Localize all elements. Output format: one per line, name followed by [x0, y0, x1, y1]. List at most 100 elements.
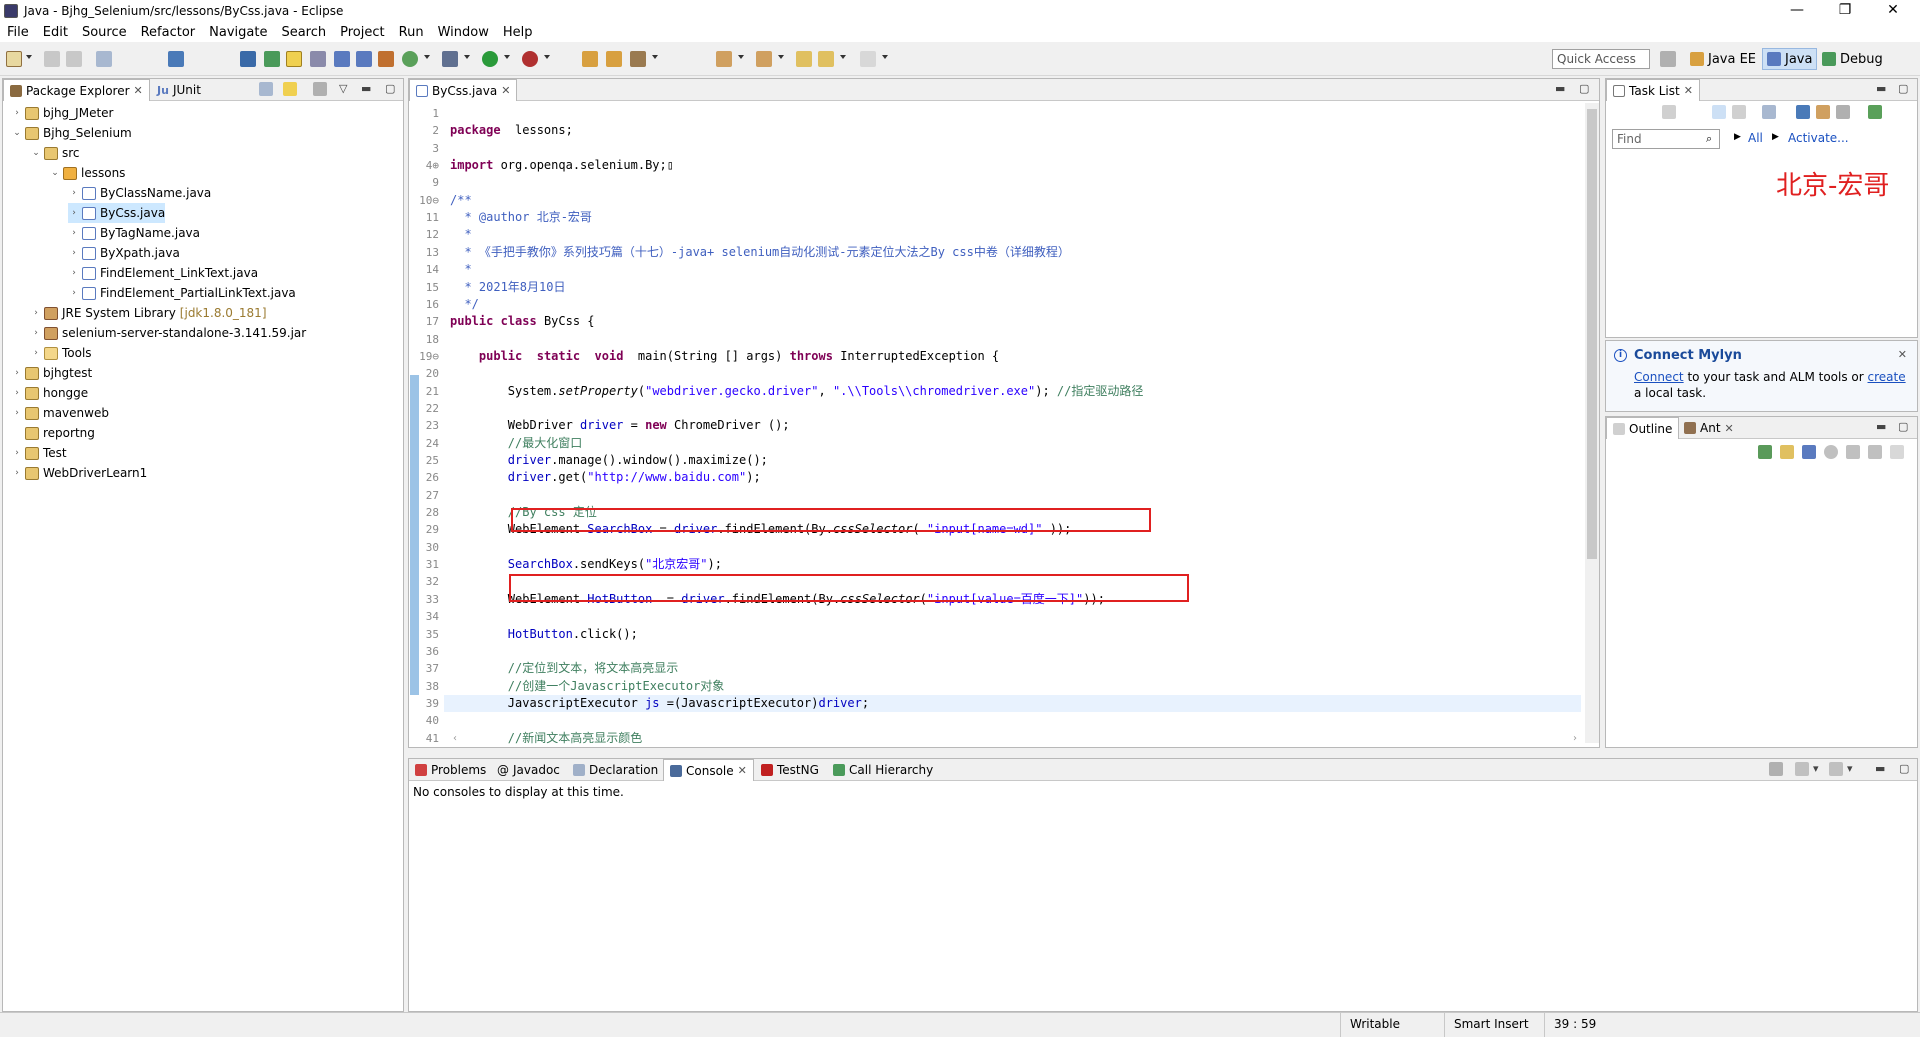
- tree-item[interactable]: ⌄ Bjhg_Selenium: [11, 123, 132, 143]
- expand-right-icon[interactable]: ›: [30, 348, 42, 358]
- paragraph-icon[interactable]: [356, 51, 372, 67]
- code-line[interactable]: [444, 487, 1581, 504]
- code-line[interactable]: */: [444, 296, 1581, 313]
- tree-item[interactable]: ⌄ lessons: [49, 163, 125, 183]
- expand-right-icon[interactable]: ›: [68, 208, 80, 218]
- code-line[interactable]: [444, 539, 1581, 556]
- hide-completed-icon[interactable]: [1796, 105, 1810, 119]
- hide-internal-icon[interactable]: [1802, 445, 1816, 459]
- run-dropdown-icon[interactable]: [504, 55, 510, 59]
- search-icon[interactable]: ⌕: [1706, 132, 1712, 146]
- expand-right-icon[interactable]: ›: [68, 288, 80, 298]
- code-line[interactable]: //创建一个JavascriptExecutor对象: [444, 678, 1581, 695]
- editor-vertical-scrollbar[interactable]: [1585, 103, 1599, 743]
- tab-package-explorer[interactable]: Package Explorer ✕: [3, 79, 150, 101]
- remove-all-icon[interactable]: [1868, 445, 1882, 459]
- last-edit-icon[interactable]: [796, 51, 812, 67]
- code-line[interactable]: WebDriver driver = new ChromeDriver ();: [444, 417, 1581, 434]
- perspective-debug[interactable]: Debug: [1818, 48, 1887, 70]
- new-task-icon[interactable]: [1662, 105, 1676, 119]
- tree-item[interactable]: › bjhg_JMeter: [11, 103, 113, 123]
- code-line[interactable]: [444, 608, 1581, 625]
- tree-item[interactable]: reportng: [11, 423, 95, 443]
- code-line[interactable]: public class ByCss {: [444, 313, 1581, 330]
- scroll-left-icon[interactable]: ‹: [453, 733, 457, 744]
- collapse-all-icon[interactable]: [259, 82, 273, 96]
- editor-scroll-thumb[interactable]: [1587, 109, 1597, 559]
- close-tab-icon[interactable]: ✕: [1684, 84, 1693, 97]
- expand-down-icon[interactable]: ⌄: [49, 168, 61, 178]
- all-link[interactable]: All: [1748, 131, 1763, 145]
- close-tab-icon[interactable]: ✕: [1725, 422, 1734, 435]
- open-console-icon[interactable]: [1829, 762, 1843, 776]
- prev-annotation-dropdown-icon[interactable]: [778, 55, 784, 59]
- expand-right-icon[interactable]: ›: [11, 408, 23, 418]
- code-line[interactable]: [444, 400, 1581, 417]
- back-icon[interactable]: [818, 51, 834, 67]
- external-tools-dropdown-icon[interactable]: [544, 55, 550, 59]
- categorized-icon[interactable]: [1712, 105, 1726, 119]
- tab-ant[interactable]: Ant ✕: [1678, 417, 1740, 439]
- code-line[interactable]: driver.manage().window().maximize();: [444, 452, 1581, 469]
- link-with-editor-icon[interactable]: [283, 82, 297, 96]
- back-dropdown-icon[interactable]: [840, 55, 846, 59]
- expand-down-icon[interactable]: ⌄: [30, 148, 42, 158]
- tab-junit[interactable]: Ju JUnit: [151, 79, 207, 101]
- console-icon[interactable]: [168, 51, 184, 67]
- tree-item[interactable]: › bjhgtest: [11, 363, 92, 383]
- scheduled-icon[interactable]: [1732, 105, 1746, 119]
- perspective-java[interactable]: Java: [1762, 48, 1818, 70]
- code-line[interactable]: import org.openqa.selenium.By;▯: [444, 157, 1581, 174]
- tree-item[interactable]: › ByCss.java: [68, 203, 166, 223]
- expand-right-icon[interactable]: ›: [30, 328, 42, 338]
- expand-right-icon[interactable]: ›: [68, 228, 80, 238]
- pin-console-icon[interactable]: [1769, 762, 1783, 776]
- code-line[interactable]: [444, 140, 1581, 157]
- tree-item[interactable]: › mavenweb: [11, 403, 109, 423]
- tab-console[interactable]: Console ✕: [663, 759, 754, 781]
- maximize-view-icon[interactable]: ▢: [1898, 82, 1908, 95]
- save-icon[interactable]: [44, 51, 60, 67]
- quick-access-input[interactable]: Quick Access: [1552, 49, 1650, 69]
- new-java-project-icon[interactable]: [582, 51, 598, 67]
- tab-outline[interactable]: Outline: [1606, 417, 1680, 439]
- editor-horizontal-scrollbar[interactable]: ‹ ›: [449, 733, 1581, 747]
- print-icon[interactable]: [96, 51, 112, 67]
- coverage-dropdown-icon[interactable]: [424, 55, 430, 59]
- code-line[interactable]: * 2021年8月10日: [444, 279, 1581, 296]
- run-icon[interactable]: [482, 51, 498, 67]
- maximize-view-icon[interactable]: ▢: [1898, 420, 1908, 433]
- display-console-icon[interactable]: [1795, 762, 1809, 776]
- toggle-block-icon[interactable]: [310, 51, 326, 67]
- new-icon[interactable]: [6, 51, 22, 67]
- new-dropdown-icon[interactable]: [26, 55, 32, 59]
- menu-file[interactable]: File: [0, 25, 36, 40]
- maximize-button[interactable]: ❐: [1822, 0, 1868, 22]
- run-target-icon[interactable]: [1824, 445, 1838, 459]
- maximize-editor-icon[interactable]: ▢: [1579, 82, 1589, 95]
- coverage-icon[interactable]: [402, 51, 418, 67]
- remove-icon[interactable]: [1846, 445, 1860, 459]
- open-type-icon[interactable]: [264, 51, 280, 67]
- tab-call-hierarchy[interactable]: Call Hierarchy: [827, 759, 939, 781]
- expand-right-icon[interactable]: ›: [68, 248, 80, 258]
- view-dropdown-icon[interactable]: ▽: [339, 82, 347, 95]
- maximize-view-icon[interactable]: ▢: [1899, 762, 1909, 775]
- tree-item[interactable]: › FindElement_PartialLinkText.java: [68, 283, 296, 303]
- expand-right-icon[interactable]: ›: [11, 368, 23, 378]
- code-line[interactable]: driver.get("http://www.baidu.com");: [444, 469, 1581, 486]
- tab-javadoc[interactable]: @ Javadoc: [491, 759, 566, 781]
- activate-link[interactable]: Activate...: [1788, 131, 1849, 145]
- tree-item[interactable]: › ByClassName.java: [68, 183, 211, 203]
- tab-testng[interactable]: TestNG: [755, 759, 825, 781]
- code-line[interactable]: [444, 712, 1581, 729]
- expand-right-icon[interactable]: ›: [11, 448, 23, 458]
- tree-item[interactable]: › FindElement_LinkText.java: [68, 263, 258, 283]
- expand-down-icon[interactable]: ⌄: [11, 128, 23, 138]
- code-line[interactable]: *: [444, 226, 1581, 243]
- forward-dropdown-icon[interactable]: [882, 55, 888, 59]
- external-tools-icon[interactable]: [522, 51, 538, 67]
- menu-help[interactable]: Help: [496, 25, 540, 40]
- menu-source[interactable]: Source: [75, 25, 134, 40]
- code-line[interactable]: System.setProperty("webdriver.gecko.driv…: [444, 383, 1581, 400]
